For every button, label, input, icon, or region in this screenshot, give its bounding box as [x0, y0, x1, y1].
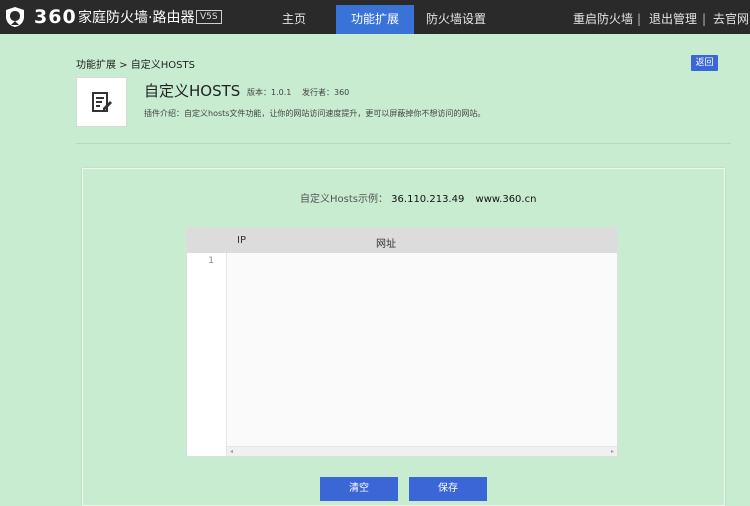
scroll-left-icon[interactable]: ◂: [230, 447, 233, 457]
logo-text: 家庭防火墙·路由器: [78, 10, 195, 26]
save-button[interactable]: 保存: [409, 477, 487, 501]
back-button[interactable]: 返回: [691, 55, 718, 71]
column-url: 网址: [376, 239, 396, 250]
plugin-publisher: 发行者：360: [302, 88, 350, 97]
edit-document-icon: [92, 92, 112, 112]
plugin-icon: [76, 77, 127, 127]
separator: |: [702, 12, 707, 26]
example-label: 自定义Hosts示例：: [300, 194, 388, 205]
shield-icon: [6, 7, 24, 27]
nav-firewall-settings[interactable]: 防火墙设置: [420, 5, 492, 34]
horizontal-scrollbar[interactable]: ◂ ▸: [227, 446, 617, 456]
version-badge: V5S: [196, 10, 222, 24]
example-domain: www.360.cn: [475, 194, 537, 205]
plugin-title: 自定义HOSTS: [144, 82, 241, 100]
line-gutter: 1: [187, 253, 227, 456]
restart-firewall-link[interactable]: 重启防火墙: [573, 12, 633, 26]
editor-header: IP 网址: [187, 228, 617, 253]
scroll-right-icon[interactable]: ▸: [611, 447, 614, 457]
official-site-link[interactable]: 去官网: [713, 12, 749, 26]
breadcrumb: 功能扩展 > 自定义HOSTS: [76, 60, 195, 71]
plugin-description: 插件介绍：自定义hosts文件功能，让你的网站访问速度提升，更可以屏蔽掉你不想访…: [144, 109, 486, 118]
hosts-example: 自定义Hosts示例： 36.110.213.49 www.360.cn: [300, 194, 536, 206]
column-ip: IP: [237, 235, 246, 246]
clear-button[interactable]: 清空: [320, 477, 398, 501]
nav-home[interactable]: 主页: [264, 5, 324, 34]
hosts-editor[interactable]: IP 网址 1 ◂ ▸: [186, 227, 618, 457]
logo-number: 360: [34, 6, 77, 28]
line-number: 1: [208, 256, 214, 266]
separator: |: [637, 12, 642, 26]
plugin-version: 版本：1.0.1: [247, 88, 292, 97]
top-navigation-bar: 360 家庭防火墙·路由器 V5S 主页 功能扩展 防火墙设置 重启防火墙 | …: [0, 0, 750, 34]
logout-link[interactable]: 退出管理: [649, 12, 697, 26]
nav-extensions[interactable]: 功能扩展: [336, 5, 414, 34]
example-ip: 36.110.213.49: [391, 194, 465, 205]
divider: [76, 143, 731, 144]
